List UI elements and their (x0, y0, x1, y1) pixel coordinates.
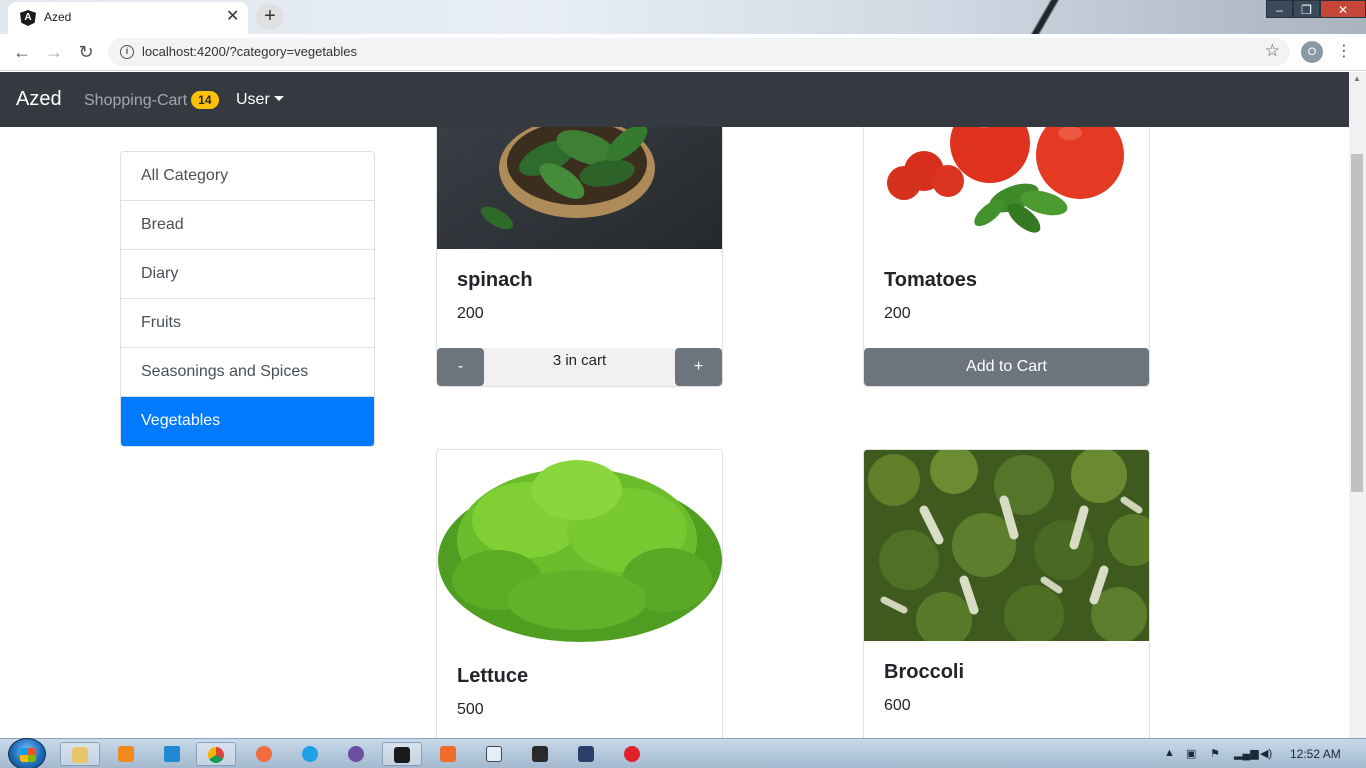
add-to-cart-button[interactable]: Add to Cart (864, 348, 1149, 386)
increase-quantity-button[interactable]: + (675, 348, 722, 386)
navbar: Azed Shopping-Cart 14 User (0, 72, 1349, 127)
window-close-button[interactable]: ✕ (1320, 0, 1366, 18)
tray-app-icon[interactable]: ▣ (1186, 747, 1196, 760)
page-viewport: Azed Shopping-Cart 14 User All Category B… (0, 72, 1366, 738)
close-icon[interactable]: ✕ (226, 9, 239, 25)
omnibox[interactable]: i localhost:4200/?category=vegetables ☆ (108, 38, 1290, 66)
lettuce-image (437, 450, 722, 645)
xampp-icon[interactable] (428, 742, 468, 766)
tab-title: Azed (44, 10, 72, 24)
product-price: 500 (457, 701, 484, 718)
restore-button[interactable]: ❐ (1293, 0, 1320, 18)
category-item-bread[interactable]: Bread (121, 201, 374, 250)
command-prompt-icon[interactable] (382, 742, 422, 766)
profile-avatar[interactable]: O (1301, 41, 1323, 63)
add-to-cart-footer: Add to Cart (864, 348, 1149, 386)
user-dropdown-label: User (236, 91, 270, 108)
brand-link[interactable]: Azed (16, 88, 62, 111)
desktop-background (1030, 0, 1060, 34)
browser-icon[interactable] (336, 742, 376, 766)
sublime-text-icon[interactable] (106, 742, 146, 766)
volume-icon[interactable]: ◀) (1260, 747, 1272, 760)
category-item-seasonings[interactable]: Seasonings and Spices (121, 348, 374, 397)
decrease-quantity-button[interactable]: - (437, 348, 484, 386)
product-price: 200 (457, 305, 484, 322)
vscode-icon[interactable] (152, 742, 192, 766)
window-app-icon[interactable] (474, 742, 514, 766)
scroll-thumb[interactable] (1351, 154, 1363, 492)
info-icon[interactable]: i (120, 45, 134, 59)
category-item-all[interactable]: All Category (121, 152, 374, 201)
terminal-icon[interactable] (520, 742, 560, 766)
opera-icon[interactable] (612, 742, 652, 766)
product-card-broccoli: Broccoli 600 (863, 449, 1150, 738)
shopping-cart-link[interactable]: Shopping-Cart 14 (84, 91, 219, 110)
category-item-vegetables[interactable]: Vegetables (121, 397, 374, 446)
broccoli-image (864, 450, 1149, 641)
windows-taskbar: ▲ ▣ ⚑ ▂▄▆ ◀) 12:52 AM (0, 738, 1366, 768)
category-item-fruits[interactable]: Fruits (121, 299, 374, 348)
shopping-cart-label: Shopping-Cart (84, 92, 188, 109)
in-cart-label: 3 in cart (484, 348, 675, 386)
url-text[interactable]: localhost:4200/?category=vegetables (142, 44, 357, 59)
new-tab-button[interactable]: + (256, 4, 284, 30)
taskbar-clock[interactable]: 12:52 AM (1290, 747, 1341, 761)
minimize-button[interactable]: – (1266, 0, 1293, 18)
chrome-icon[interactable] (196, 742, 236, 766)
show-hidden-icons-icon[interactable]: ▲ (1164, 747, 1175, 759)
bookmark-star-icon[interactable]: ☆ (1265, 41, 1280, 61)
card-body: spinach 200 (437, 249, 722, 323)
category-item-diary[interactable]: Diary (121, 250, 374, 299)
product-price: 200 (884, 305, 911, 322)
browser-tab-bar: A Azed ✕ + – ❐ ✕ (0, 0, 1366, 34)
file-explorer-icon[interactable] (60, 742, 100, 766)
windows-logo-icon (20, 748, 36, 762)
page-scrollbar[interactable]: ▲ (1349, 72, 1366, 738)
product-title: spinach (457, 269, 533, 291)
internet-explorer-icon[interactable] (290, 742, 330, 766)
start-button[interactable] (8, 738, 46, 768)
card-body: Broccoli 600 (864, 641, 1149, 715)
window-controls: – ❐ ✕ (1266, 0, 1366, 20)
action-center-icon[interactable]: ⚑ (1210, 747, 1220, 760)
scroll-up-arrow-icon[interactable]: ▲ (1353, 74, 1361, 83)
angular-icon: A (20, 10, 36, 26)
cart-count-badge: 14 (191, 91, 219, 109)
back-arrow-icon[interactable]: ← (12, 42, 32, 62)
card-body: Tomatoes 200 (864, 249, 1149, 323)
browser-tab[interactable]: A Azed ✕ (8, 2, 248, 34)
card-body: Lettuce 500 (437, 645, 722, 719)
caret-down-icon (273, 96, 284, 101)
app-icon[interactable] (244, 742, 284, 766)
remote-desktop-icon[interactable] (566, 742, 606, 766)
network-icon[interactable]: ▂▄▆ (1234, 747, 1259, 760)
product-price: 600 (884, 697, 911, 714)
product-card-lettuce: Lettuce 500 (436, 449, 723, 738)
quantity-controls: - 3 in cart + (437, 348, 722, 386)
user-dropdown[interactable]: User (236, 91, 284, 109)
forward-arrow-icon[interactable]: → (44, 42, 64, 62)
product-title: Lettuce (457, 665, 529, 687)
category-list: All Category Bread Diary Fruits Seasonin… (120, 151, 375, 447)
reload-icon[interactable]: ↻ (76, 42, 96, 62)
product-title: Tomatoes (884, 269, 977, 291)
address-toolbar: ← → ↻ i localhost:4200/?category=vegetab… (0, 34, 1366, 71)
more-menu-icon[interactable]: ⋮ (1336, 41, 1352, 63)
product-title: Broccoli (884, 661, 965, 683)
